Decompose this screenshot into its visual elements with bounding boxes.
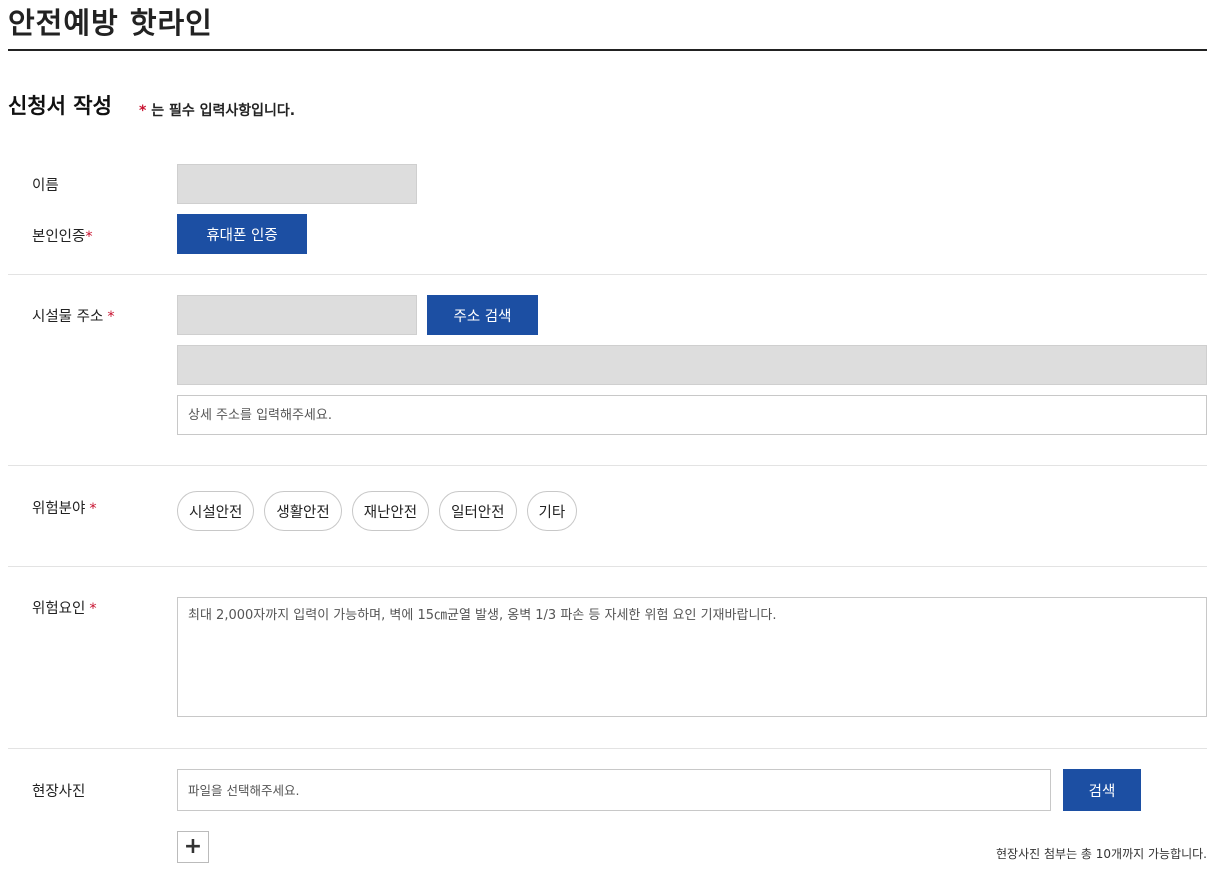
risk-field-required-star: *	[89, 501, 97, 517]
detail-address-input[interactable]	[177, 395, 1207, 435]
risk-field-label-text: 위험분야	[32, 501, 86, 517]
photo-label: 현장사진	[32, 780, 85, 801]
address-label-text: 시설물 주소	[32, 309, 104, 325]
risk-option-daily-life[interactable]: 생활안전	[264, 491, 342, 531]
verification-label: 본인인증*	[32, 225, 93, 246]
risk-factor-textarea[interactable]	[177, 597, 1207, 717]
required-note: * 는 필수 입력사항입니다.	[139, 100, 295, 120]
application-form-page: 안전예방 핫라인 신청서 작성 * 는 필수 입력사항입니다. 이름 본인인증*…	[0, 0, 1228, 875]
name-label: 이름	[32, 174, 59, 195]
photo-search-button[interactable]: 검색	[1063, 769, 1141, 811]
risk-field-options: 시설안전 생활안전 재난안전 일터안전 기타	[177, 491, 578, 531]
row-divider	[8, 748, 1207, 749]
page-title: 안전예방 핫라인	[8, 6, 213, 40]
name-label-text: 이름	[32, 178, 59, 194]
photo-attach-note: 현장사진 첨부는 총 10개까지 가능합니다.	[996, 847, 1207, 861]
risk-option-workplace[interactable]: 일터안전	[439, 491, 517, 531]
phone-verification-button[interactable]: 휴대폰 인증	[177, 214, 307, 254]
row-divider	[8, 566, 1207, 567]
risk-option-facility[interactable]: 시설안전	[177, 491, 255, 531]
photo-file-input[interactable]	[177, 769, 1051, 811]
risk-option-disaster[interactable]: 재난안전	[351, 491, 430, 531]
address-label: 시설물 주소 *	[32, 305, 115, 326]
title-divider	[8, 49, 1207, 51]
row-divider	[8, 274, 1207, 275]
risk-option-other[interactable]: 기타	[526, 491, 578, 531]
section-title: 신청서 작성	[8, 94, 112, 118]
photo-label-text: 현장사진	[32, 784, 86, 800]
verification-label-text: 본인인증	[32, 229, 86, 245]
risk-factor-label-text: 위험요인	[32, 601, 86, 617]
risk-factor-label: 위험요인 *	[32, 597, 97, 618]
required-note-text: 는 필수 입력사항입니다.	[146, 103, 296, 119]
address-field[interactable]	[177, 345, 1207, 385]
address-search-button[interactable]: 주소 검색	[427, 295, 538, 335]
verification-required-star: *	[85, 229, 93, 245]
name-field[interactable]	[177, 164, 417, 204]
postal-code-field[interactable]	[177, 295, 417, 335]
risk-factor-required-star: *	[89, 601, 97, 617]
add-photo-button[interactable]: +	[177, 831, 209, 863]
risk-field-label: 위험분야 *	[32, 497, 97, 518]
row-divider	[8, 465, 1207, 466]
address-required-star: *	[107, 309, 115, 325]
